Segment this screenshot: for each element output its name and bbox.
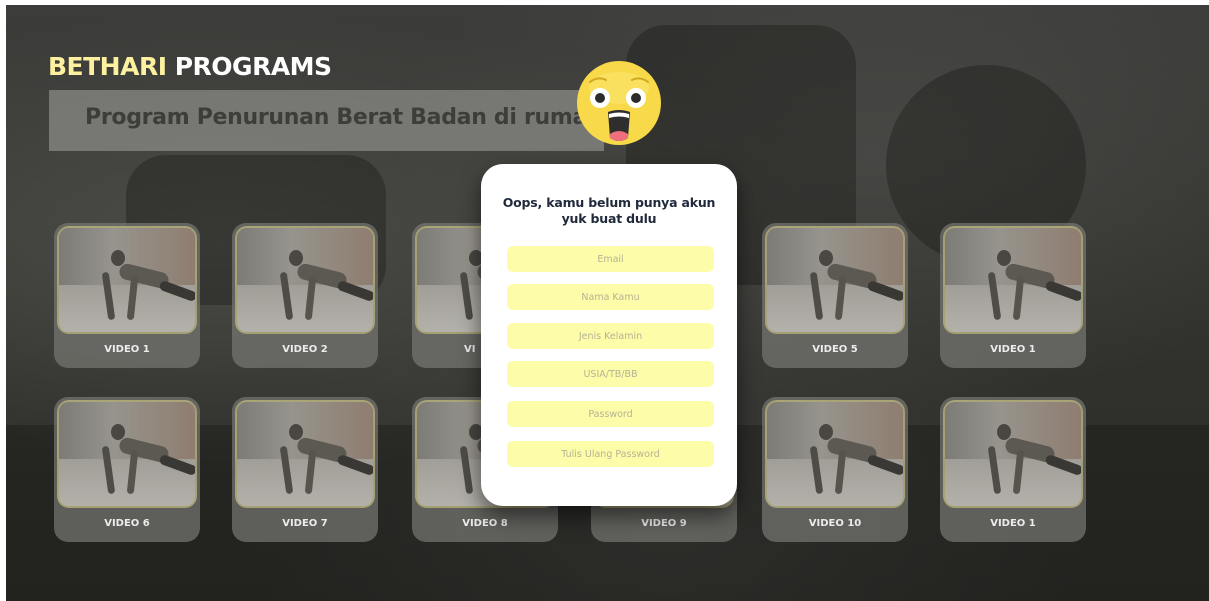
video-card[interactable]: VIDEO 6 bbox=[54, 397, 200, 542]
video-label: VIDEO 1 bbox=[990, 344, 1036, 355]
signup-title-line1: Oops, kamu belum punya akun bbox=[502, 195, 716, 210]
gender-field[interactable] bbox=[507, 323, 714, 349]
video-card[interactable]: VIDEO 5 bbox=[762, 223, 908, 368]
program-title: Program Penurunan Berat Badan di rumah bbox=[85, 105, 603, 130]
video-thumbnail bbox=[57, 226, 197, 334]
video-label: VIDEO 8 bbox=[462, 518, 508, 529]
video-thumbnail bbox=[943, 400, 1083, 508]
video-thumbnail bbox=[235, 226, 375, 334]
video-label: VIDEO 1 bbox=[990, 518, 1036, 529]
password-field[interactable] bbox=[507, 401, 714, 427]
video-card[interactable]: VIDEO 1 bbox=[54, 223, 200, 368]
email-field[interactable] bbox=[507, 246, 714, 272]
signup-modal-title: Oops, kamu belum punya akun yuk buat dul… bbox=[481, 195, 737, 227]
video-label: VIDEO 2 bbox=[282, 344, 328, 355]
age-height-weight-field[interactable] bbox=[507, 361, 714, 387]
video-thumbnail bbox=[765, 400, 905, 508]
video-card[interactable]: VIDEO 10 bbox=[762, 397, 908, 542]
video-thumbnail bbox=[57, 400, 197, 508]
video-thumbnail bbox=[765, 226, 905, 334]
brand-name-primary: BETHARI bbox=[48, 52, 167, 81]
video-card[interactable]: VIDEO 7 bbox=[232, 397, 378, 542]
video-label: VIDEO 9 bbox=[641, 518, 687, 529]
video-label: VIDEO 7 bbox=[282, 518, 328, 529]
video-card[interactable]: VIDEO 1 bbox=[940, 223, 1086, 368]
confirm-password-field[interactable] bbox=[507, 441, 714, 467]
video-label: VIDEO 10 bbox=[808, 518, 862, 529]
video-thumbnail bbox=[943, 226, 1083, 334]
signup-title-line2: yuk buat dulu bbox=[561, 211, 657, 226]
video-label: VIDEO 1 bbox=[104, 344, 150, 355]
video-label: VIDEO 6 bbox=[104, 518, 150, 529]
program-title-bar: Program Penurunan Berat Badan di rumah bbox=[49, 90, 604, 151]
signup-modal: Oops, kamu belum punya akun yuk buat dul… bbox=[481, 164, 737, 506]
video-card[interactable]: VIDEO 2 bbox=[232, 223, 378, 368]
video-label: VIDEO 5 bbox=[812, 344, 858, 355]
video-card[interactable]: VIDEO 1 bbox=[940, 397, 1086, 542]
brand-logo: BETHARI PROGRAMS bbox=[48, 52, 332, 82]
shocked-face-emoji-icon bbox=[577, 61, 661, 145]
name-field[interactable] bbox=[507, 284, 714, 310]
brand-name-secondary: PROGRAMS bbox=[174, 52, 332, 81]
video-thumbnail bbox=[235, 400, 375, 508]
